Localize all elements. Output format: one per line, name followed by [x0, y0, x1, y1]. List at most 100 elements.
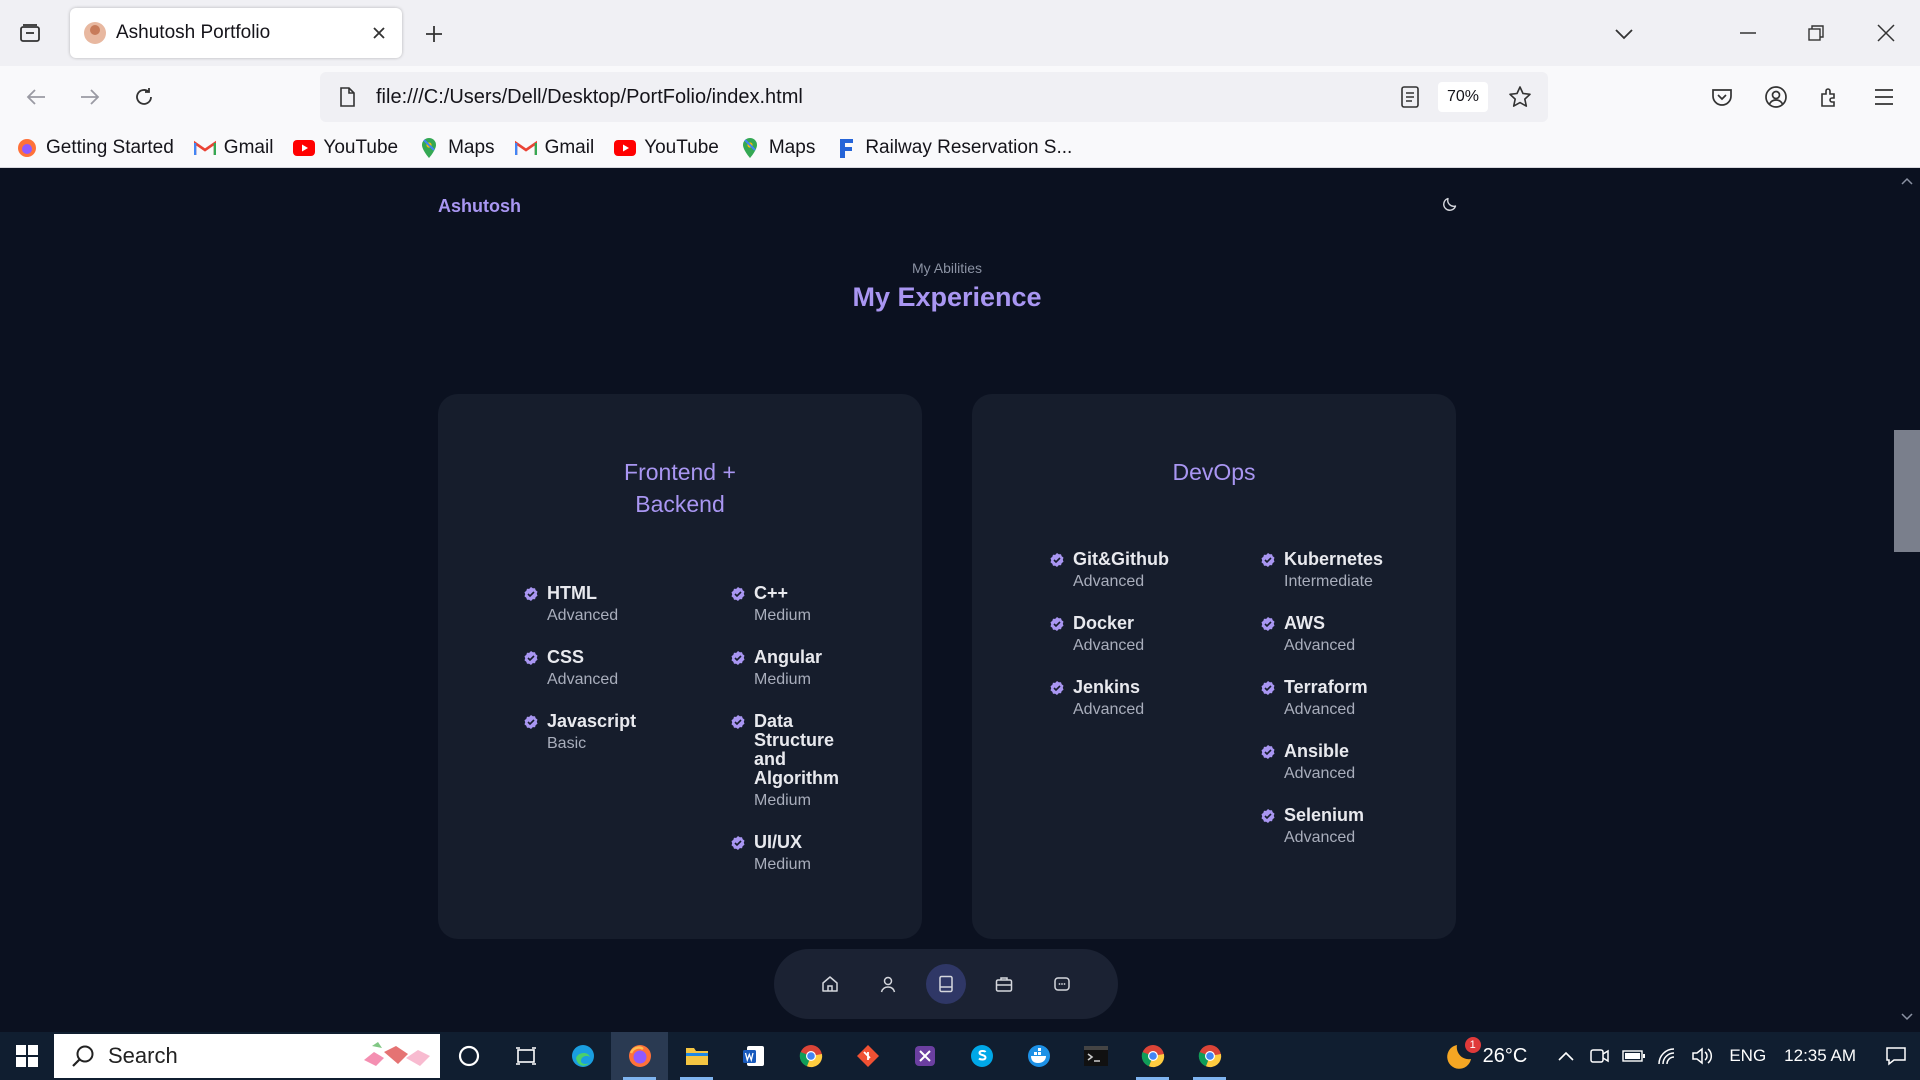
taskbar-app-file-explorer[interactable]: [668, 1032, 725, 1080]
taskbar-app-docker[interactable]: [1010, 1032, 1067, 1080]
bookmark-youtube[interactable]: YouTube: [293, 137, 398, 159]
scroll-up-arrow-icon[interactable]: [1900, 174, 1914, 188]
chevron-down-icon: [1615, 29, 1633, 40]
back-button[interactable]: [18, 79, 54, 115]
account-icon: [1765, 86, 1787, 108]
start-button[interactable]: [0, 1032, 54, 1080]
minimize-button[interactable]: [1718, 10, 1778, 56]
bookmark-label: YouTube: [323, 136, 399, 158]
skills-column: HTML Advanced CSS Advanced Javascript Basic: [523, 584, 713, 776]
taskbar-app-skype[interactable]: [953, 1032, 1010, 1080]
meet-now-button[interactable]: [1585, 1032, 1615, 1080]
briefcase-icon: [995, 977, 1013, 992]
check-badge-icon: [1261, 745, 1275, 759]
skill-item: Data Structure and Algorithm Medium: [730, 712, 850, 810]
taskbar-app-chrome[interactable]: [782, 1032, 839, 1080]
nav-experience-button[interactable]: [926, 964, 966, 1004]
gmail-icon: [193, 137, 216, 159]
railway-icon: [835, 137, 857, 159]
bookmark-maps[interactable]: Maps: [418, 137, 495, 159]
app-menu-button[interactable]: [1866, 79, 1902, 115]
new-tab-button[interactable]: [418, 18, 450, 50]
scroll-down-arrow-icon[interactable]: [1900, 1010, 1914, 1024]
tab-favicon-icon: [84, 22, 106, 44]
bookmark-star-button[interactable]: [1502, 79, 1538, 115]
site-logo[interactable]: Ashutosh: [438, 196, 521, 217]
tab-list-button[interactable]: [14, 18, 46, 48]
pocket-button[interactable]: [1704, 79, 1740, 115]
taskbar-app-chrome-profile[interactable]: [1181, 1032, 1238, 1080]
skill-item: HTML Advanced: [523, 584, 713, 625]
system-clock[interactable]: 12:35 AM: [1784, 1046, 1856, 1066]
youtube-icon: [614, 137, 637, 159]
nav-services-button[interactable]: [984, 964, 1024, 1004]
skill-name: C++: [754, 583, 789, 603]
tab-close-button[interactable]: [364, 18, 394, 48]
star-icon: [1509, 86, 1531, 107]
taskbar-app-firefox[interactable]: [611, 1032, 668, 1080]
skill-item: Angular Medium: [730, 648, 850, 689]
scrollbar-thumb[interactable]: [1894, 430, 1920, 552]
puzzle-icon: [1821, 88, 1835, 107]
check-badge-icon: [524, 587, 538, 601]
reader-view-icon: [1401, 86, 1419, 108]
taskbar-app-notes[interactable]: [896, 1032, 953, 1080]
nav-about-button[interactable]: [868, 964, 908, 1004]
browser-tab[interactable]: Ashutosh Portfolio: [70, 8, 402, 58]
taskbar-app-git[interactable]: [839, 1032, 896, 1080]
app-icon: [914, 1046, 935, 1066]
skill-name: Selenium: [1284, 805, 1365, 825]
nav-contact-button[interactable]: [1042, 964, 1082, 1004]
bookmarks-toolbar: Getting Started Gmail YouTube Maps Gmail…: [0, 128, 1920, 168]
extensions-button[interactable]: [1812, 79, 1848, 115]
task-view-button[interactable]: [440, 1032, 497, 1080]
skill-name: Jenkins: [1073, 677, 1141, 697]
skill-level: Medium: [754, 856, 811, 873]
taskbar-app-word[interactable]: [725, 1032, 782, 1080]
taskbar-search-box[interactable]: Search: [54, 1034, 440, 1078]
bookmark-maps[interactable]: Maps: [739, 137, 815, 159]
account-button[interactable]: [1758, 79, 1794, 115]
skill-item: Terraform Advanced: [1260, 678, 1440, 719]
url-bar[interactable]: file:///C:/Users/Dell/Desktop/PortFolio/…: [320, 72, 1548, 122]
task-view-button[interactable]: [497, 1032, 554, 1080]
taskbar-app-terminal[interactable]: [1067, 1032, 1124, 1080]
weather-widget[interactable]: 1 26°C: [1445, 1037, 1527, 1071]
skill-level: Advanced: [547, 607, 619, 624]
taskbar-app-edge[interactable]: [554, 1032, 611, 1080]
url-text[interactable]: file:///C:/Users/Dell/Desktop/PortFolio/…: [376, 86, 1392, 109]
language-indicator[interactable]: ENG: [1729, 1046, 1766, 1066]
action-center-button[interactable]: [1872, 1032, 1920, 1080]
bookmark-getting-started[interactable]: Getting Started: [16, 137, 174, 159]
volume-button[interactable]: [1687, 1032, 1717, 1080]
reader-view-button[interactable]: [1392, 79, 1428, 115]
taskbar-app-chrome[interactable]: [1124, 1032, 1181, 1080]
firefox-icon: [628, 1045, 651, 1067]
close-icon: [1877, 24, 1895, 42]
skill-name: Git&Github: [1073, 549, 1169, 569]
battery-button[interactable]: [1619, 1032, 1649, 1080]
bookmark-gmail[interactable]: Gmail: [514, 136, 595, 159]
zoom-level-badge[interactable]: 70%: [1437, 82, 1488, 112]
folder-icon: [685, 1048, 708, 1065]
check-badge-icon: [1261, 617, 1275, 631]
restore-button[interactable]: [1786, 10, 1846, 56]
list-all-tabs-button[interactable]: [1608, 18, 1640, 50]
bookmark-gmail[interactable]: Gmail: [193, 137, 273, 159]
nav-home-button[interactable]: [810, 964, 850, 1004]
reload-button[interactable]: [126, 79, 162, 115]
search-highlight-illustration-icon: [364, 1042, 430, 1066]
page-scrollbar[interactable]: [1894, 168, 1920, 1032]
theme-toggle-button[interactable]: [1438, 192, 1462, 216]
close-window-button[interactable]: [1856, 10, 1916, 56]
show-hidden-icons-button[interactable]: [1551, 1032, 1581, 1080]
bookmark-youtube[interactable]: YouTube: [614, 137, 719, 159]
message-icon: [1054, 977, 1070, 991]
wifi-button[interactable]: [1653, 1032, 1683, 1080]
forward-button[interactable]: [72, 79, 108, 115]
tab-list-icon: [20, 24, 40, 42]
bookmark-railway-reservation[interactable]: Railway Reservation S...: [835, 137, 1072, 159]
skill-name: Angular: [754, 647, 823, 667]
bookmark-label: Gmail: [544, 136, 595, 158]
notification-icon: [1886, 1047, 1906, 1066]
